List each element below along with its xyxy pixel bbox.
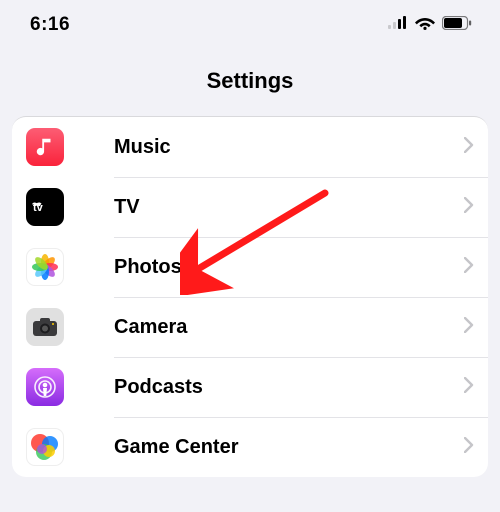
row-game-center[interactable]: Game Center (12, 417, 488, 477)
chevron-right-icon (464, 317, 474, 338)
divider (114, 297, 488, 298)
row-music[interactable]: Music (12, 117, 488, 177)
status-indicators (388, 16, 472, 35)
podcasts-icon (26, 368, 64, 406)
battery-icon (442, 16, 472, 35)
row-label: Game Center (114, 436, 464, 459)
divider (114, 357, 488, 358)
row-label: Podcasts (114, 376, 464, 399)
row-tv[interactable]: tv TV (12, 177, 488, 237)
page-header: Settings (0, 50, 500, 116)
chevron-right-icon (464, 257, 474, 278)
row-label: TV (114, 196, 464, 219)
wifi-icon (415, 16, 435, 35)
row-podcasts[interactable]: Podcasts (12, 357, 488, 417)
tv-icon: tv (26, 188, 64, 226)
divider (114, 177, 488, 178)
row-label: Music (114, 136, 464, 159)
divider (114, 417, 488, 418)
cellular-icon (388, 16, 408, 34)
row-label: Camera (114, 316, 464, 339)
chevron-right-icon (464, 197, 474, 218)
status-time: 6:16 (30, 14, 70, 36)
row-camera[interactable]: Camera (12, 297, 488, 357)
settings-list: Music tv TV (12, 116, 488, 477)
camera-icon (26, 308, 64, 346)
chevron-right-icon (464, 437, 474, 458)
row-photos[interactable]: Photos (12, 237, 488, 297)
page-title: Settings (0, 68, 500, 94)
game-center-icon (26, 428, 64, 466)
svg-text:tv: tv (33, 202, 44, 214)
row-label: Photos (114, 256, 464, 279)
chevron-right-icon (464, 377, 474, 398)
photos-icon (26, 248, 64, 286)
divider (114, 237, 488, 238)
music-icon (26, 128, 64, 166)
status-bar: 6:16 (0, 0, 500, 50)
chevron-right-icon (464, 137, 474, 158)
